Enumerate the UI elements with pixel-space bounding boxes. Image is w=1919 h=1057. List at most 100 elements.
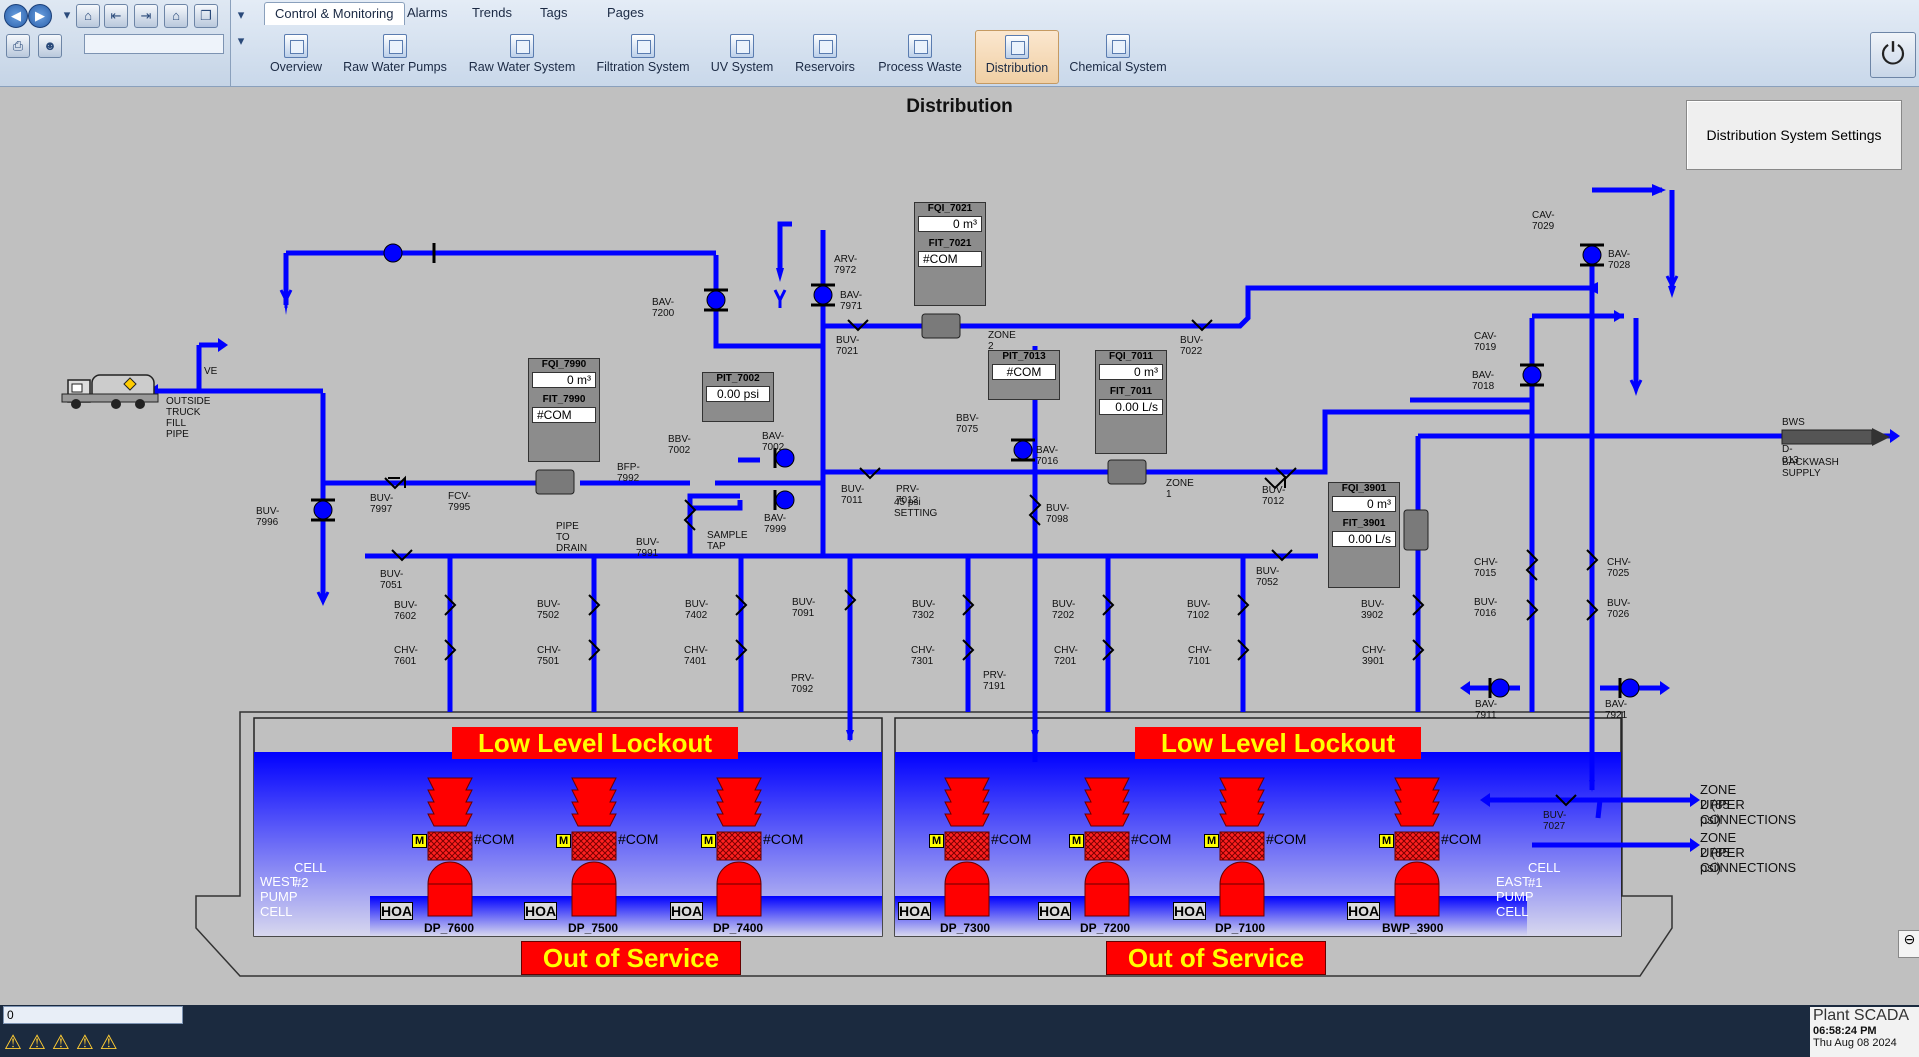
fcv-7995-label: FCV-7995 — [448, 491, 471, 513]
buv-3902-label: BUV-3902 — [1361, 599, 1385, 621]
tab-control-monitoring[interactable]: Control & Monitoring — [264, 2, 405, 25]
warning-icon[interactable]: ⚠ — [100, 1032, 124, 1054]
chv-7025-label: CHV-7025 — [1607, 557, 1631, 579]
tab-alarms[interactable]: Alarms — [397, 2, 457, 24]
drain-symbols — [279, 275, 1679, 606]
pump-7400-mode[interactable]: M — [701, 834, 717, 848]
command-input[interactable]: 0 — [3, 1006, 183, 1024]
buv-7602-label: BUV-7602 — [394, 600, 418, 622]
page-chemical-system-button[interactable]: Chemical System — [1066, 30, 1170, 82]
page-reservoirs-button[interactable]: Reservoirs — [790, 30, 860, 82]
pump-7300-mode[interactable]: M — [929, 834, 945, 848]
brand-label: Plant SCADA — [1813, 1007, 1910, 1024]
page-icon — [813, 34, 837, 58]
cell-1-sub-label: EAST PUMP CELL — [1496, 874, 1534, 919]
arv-7972-label: ARV-7972 — [834, 254, 858, 276]
alarm-icon[interactable]: ⚠ — [28, 1032, 52, 1054]
alarm-icon[interactable]: ⚠ — [76, 1032, 100, 1054]
history-dropdown-icon[interactable]: ▾ — [60, 4, 74, 26]
bav-7028-label: BAV-7028 — [1608, 249, 1631, 271]
page-icon — [510, 34, 534, 58]
previous-page-icon[interactable]: ⇤ — [104, 4, 128, 28]
startup-page-icon[interactable]: ⌂ — [164, 4, 188, 28]
zone-1-label: ZONE 1 — [1166, 478, 1194, 500]
out-of-service-east-banner: Out of Service — [1106, 941, 1326, 975]
page-raw-water-pumps-button[interactable]: Raw Water Pumps — [340, 30, 450, 82]
buv-7016-label: BUV-7016 — [1474, 597, 1498, 619]
buv-7012-label: BUV-7012 — [1262, 485, 1286, 507]
prv-7092-label: PRV-7092 — [791, 673, 815, 695]
buv-7098-label: BUV-7098 — [1046, 503, 1070, 525]
pump-7300-hoa[interactable]: HOA — [898, 902, 932, 920]
pump-7200-status: #COM — [1131, 831, 1172, 847]
page-raw-water-system-button[interactable]: Raw Water System — [466, 30, 578, 82]
pump-7600-status: #COM — [474, 831, 515, 847]
ribbon-collapse-icon[interactable]: ▾ — [234, 30, 248, 52]
pump-7600-hoa[interactable]: HOA — [380, 902, 414, 920]
flow-arrows — [148, 184, 1900, 852]
home-page-icon[interactable]: ⌂ — [76, 4, 100, 28]
page-uv-system-button[interactable]: UV System — [706, 30, 778, 82]
alarm-icon[interactable]: ⚠ — [52, 1032, 76, 1054]
page-process-waste-button[interactable]: Process Waste — [874, 30, 966, 82]
status-bar — [0, 1005, 1919, 1057]
chv-7501-label: CHV-7501 — [537, 645, 561, 667]
pump-7100-mode[interactable]: M — [1204, 834, 1220, 848]
pump-7400-hoa[interactable]: HOA — [670, 902, 704, 920]
buv-7011-label: BUV-7011 — [841, 484, 865, 506]
pump-7500-hoa[interactable]: HOA — [524, 902, 558, 920]
bav-7016-label: BAV-7016 — [1036, 445, 1059, 467]
page-combo-input[interactable] — [84, 34, 224, 54]
zone2-upper-1b-label: UPPER CONNECTIONS — [1700, 797, 1797, 827]
windows-icon[interactable]: ❐ — [194, 4, 218, 28]
pump-7200-hoa[interactable]: HOA — [1038, 902, 1072, 920]
user-login-icon[interactable]: ☻ — [38, 34, 62, 58]
chv-7201-label: CHV-7201 — [1054, 645, 1078, 667]
bws-label: BWS — [1782, 417, 1805, 428]
pump-7100-hoa[interactable]: HOA — [1173, 902, 1207, 920]
tab-pages[interactable]: Pages — [597, 2, 654, 24]
page-overview-button[interactable]: Overview — [264, 30, 328, 82]
shutdown-button[interactable]: ⏻ — [1870, 32, 1916, 78]
bav-7018-label: BAV-7018 — [1472, 370, 1495, 392]
page-title: Distribution — [906, 96, 1013, 117]
pump-7500-name: DP_7500 — [568, 921, 619, 935]
cell-2-label: CELL #2 — [294, 860, 327, 890]
page-icon — [284, 34, 308, 58]
back-arrow-icon[interactable]: ◀ — [4, 4, 28, 28]
print-icon[interactable]: ⎙ — [6, 34, 30, 58]
chv-7401-label: CHV-7401 — [684, 645, 708, 667]
fqi-7021-meter: FQI_7021 0 m³ FIT_7021 #COM — [914, 202, 986, 306]
pump-7500-mode[interactable]: M — [556, 834, 572, 848]
sample-tap-label: SAMPLE TAP — [707, 530, 748, 552]
page-distribution-button[interactable]: Distribution — [975, 30, 1059, 84]
buv-7052-label: BUV-7052 — [1256, 566, 1280, 588]
forward-arrow-icon[interactable]: ▶ — [28, 4, 52, 28]
buv-7991-label: BUV-7991 — [636, 537, 660, 559]
pump-3900-hoa[interactable]: HOA — [1347, 902, 1381, 920]
side-panel-toggle[interactable]: ⊖ — [1898, 930, 1919, 958]
alarm-icon[interactable]: ⚠ — [4, 1032, 28, 1054]
page-filtration-system-button[interactable]: Filtration System — [592, 30, 694, 82]
flow-meter-bodies — [535, 313, 1429, 551]
pump-7200-mode[interactable]: M — [1069, 834, 1085, 848]
pump-7600-mode[interactable]: M — [412, 834, 428, 848]
chv-7101-label: CHV-7101 — [1188, 645, 1212, 667]
ribbon-menu-icon[interactable]: ▾ — [234, 4, 248, 26]
buv-7091-label: BUV-7091 — [792, 597, 816, 619]
bfp-7992-label: BFP-7992 — [617, 462, 640, 484]
pump-3900-mode[interactable]: M — [1379, 834, 1395, 848]
next-page-icon[interactable]: ⇥ — [134, 4, 158, 28]
minus-icon: ⊖ — [1903, 931, 1916, 947]
tab-tags[interactable]: Tags — [530, 2, 577, 24]
time-label: 06:58:24 PM — [1813, 1025, 1877, 1037]
bav-7971-label: BAV-7971 — [840, 290, 863, 312]
distribution-settings-button[interactable]: Distribution System Settings — [1686, 100, 1902, 170]
fqi-3901-meter: FQI_3901 0 m³ FIT_3901 0.00 L/s — [1328, 482, 1400, 588]
pump-3900-status: #COM — [1441, 831, 1482, 847]
ve-label: VE — [204, 366, 218, 377]
bav-7921-label: BAV-7921 — [1605, 699, 1628, 721]
buv-7022-label: BUV-7022 — [1180, 335, 1204, 357]
tab-trends[interactable]: Trends — [462, 2, 522, 24]
pump-7500-status: #COM — [618, 831, 659, 847]
